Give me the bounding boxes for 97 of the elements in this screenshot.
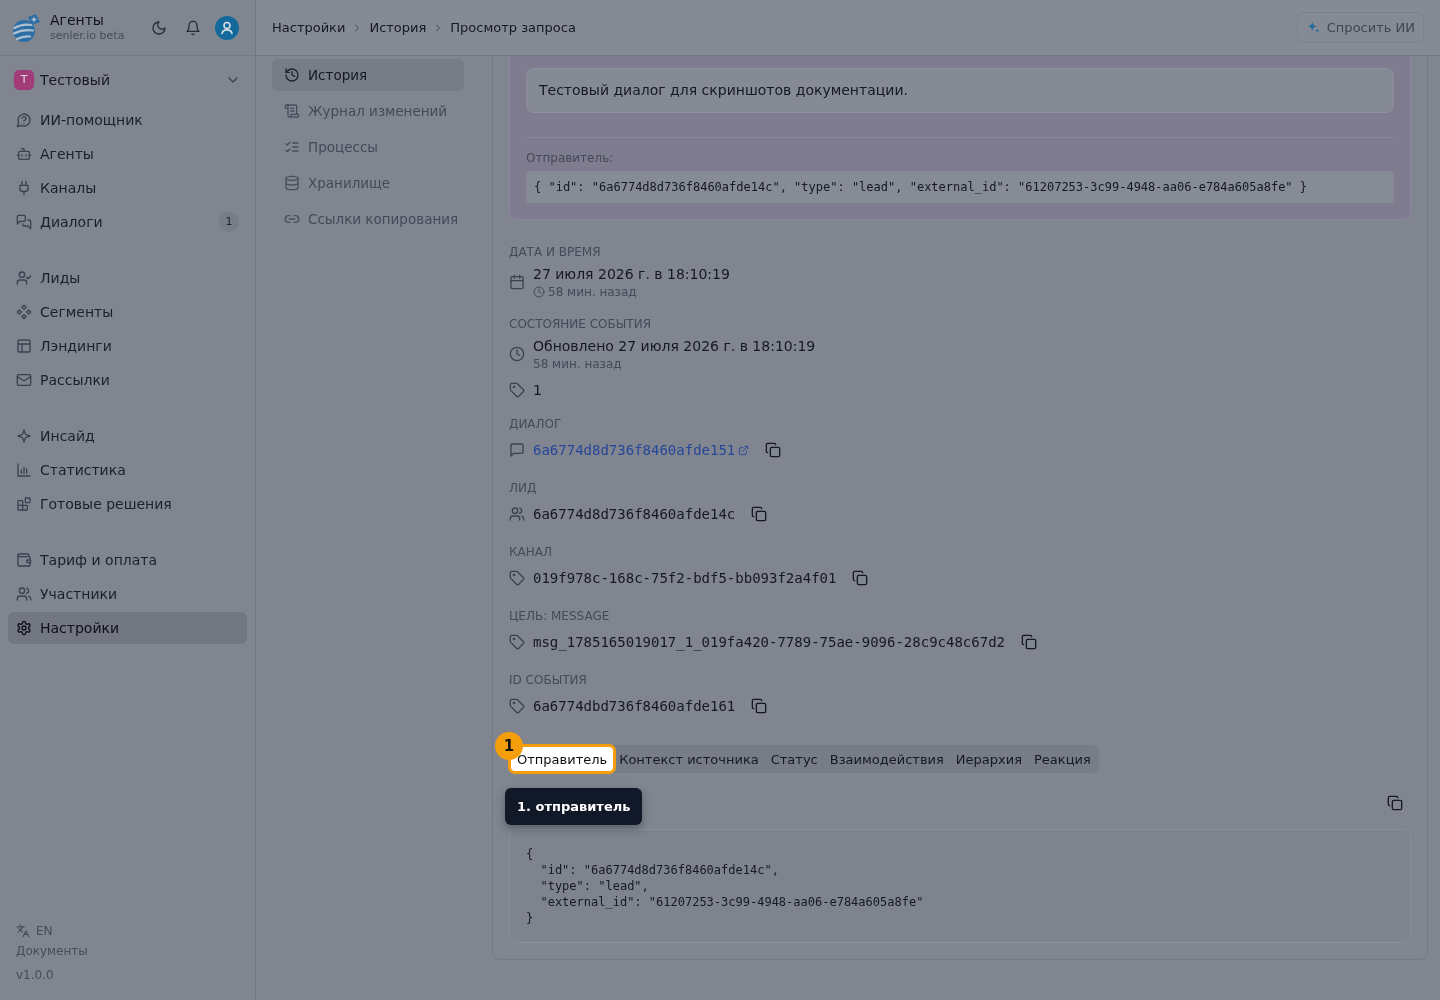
copy-icon[interactable]	[1387, 795, 1403, 811]
field-label: ЛИД	[509, 480, 538, 496]
diamonds-icon	[16, 304, 32, 320]
robot-icon	[16, 146, 32, 162]
plug-icon	[16, 180, 32, 196]
settings-icon	[16, 620, 32, 636]
brand-title: Агенты	[50, 12, 105, 29]
checklist-icon	[284, 139, 300, 155]
history-icon	[284, 67, 300, 83]
workspace-avatar: Т	[14, 70, 34, 90]
question-bubble-icon	[16, 112, 32, 128]
relative-time: 58 мин. назад	[533, 356, 623, 372]
tag-icon	[509, 634, 525, 650]
user-avatar[interactable]	[215, 15, 239, 40]
wallet-icon	[16, 552, 32, 568]
sparkle-icon	[16, 428, 32, 444]
workspace-selector[interactable]: Т Тестовый	[8, 64, 247, 96]
breadcrumb-current: Просмотр запроса	[450, 20, 576, 35]
subnav-item[interactable]: Ссылки копирования	[272, 203, 464, 235]
external-link-icon	[738, 444, 750, 456]
translate-icon	[16, 924, 30, 938]
tab[interactable]: Взаимодействия	[823, 747, 950, 771]
tag-icon	[509, 698, 525, 714]
blocks-icon	[16, 496, 32, 512]
nav-item[interactable]: Инсайд	[8, 420, 247, 452]
sender-code: { "id": "6a6774d8d736f8460afde14c", "type": "lead", "external_id": "61207253-3c99-4948-aa06-e784a605a8fe" }	[526, 171, 1394, 203]
nav-item[interactable]: Настройки	[8, 612, 247, 644]
users-icon	[509, 506, 525, 522]
field-value: 6a6774dbd736f8460afde161	[533, 697, 736, 716]
nav-item[interactable]: Лэндинги	[8, 330, 247, 362]
clock-icon	[509, 346, 525, 362]
field-label: СОСТОЯНИЕ СОБЫТИЯ	[509, 316, 652, 332]
breadcrumb-link[interactable]: История	[369, 20, 427, 35]
subnav-item[interactable]: История	[272, 59, 464, 91]
count-badge: 1	[219, 212, 239, 232]
clock-icon	[533, 286, 545, 298]
tab[interactable]: Иерархия	[949, 747, 1028, 771]
layout-icon	[16, 338, 32, 354]
nav-item[interactable]: ИИ-помощник	[8, 104, 247, 136]
nav-item[interactable]: Статистика	[8, 454, 247, 486]
field-value: msg_1785165019017_1_019fa420-7789-75ae-9096-28c9c48c67d2	[533, 633, 1005, 652]
sender-label: Отправитель:	[526, 150, 615, 166]
nav-item[interactable]: Тариф и оплата	[8, 544, 247, 576]
field-label: ЦЕЛЬ: MESSAGE	[509, 608, 611, 624]
nav-item[interactable]: Диалоги 1	[8, 206, 247, 238]
version-label: v1.0.0	[16, 967, 54, 984]
relative-time: 58 мин. назад	[548, 284, 637, 300]
field-value: Обновлено 27 июля 2026 г. в 18:10:19	[533, 337, 816, 356]
code-block: { "id": "6a6774d8d736f8460afde14c", "type": "lead", "external_id": "61207253-3c99-4948-aa06-e784a605a8fe" }	[509, 829, 1411, 943]
tab[interactable]: Статус	[764, 747, 824, 771]
users-icon	[16, 586, 32, 602]
mail-icon	[16, 372, 32, 388]
chat-bubble-icon	[509, 442, 525, 458]
field-value: 019f978c-168c-75f2-bdf5-bb093f2a4f01	[533, 569, 837, 588]
copy-icon[interactable]	[765, 442, 782, 458]
language-link[interactable]: EN	[16, 921, 53, 941]
copy-icon[interactable]	[1021, 634, 1037, 650]
calendar-icon	[509, 274, 525, 290]
tour-tooltip: 1. отправитель	[505, 788, 643, 825]
copy-icon[interactable]	[751, 698, 768, 714]
dialog-link[interactable]: 6a6774d8d736f8460afde151	[533, 440, 750, 460]
field-value: 27 июля 2026 г. в 18:10:19	[533, 265, 730, 284]
nav-item[interactable]: Участники	[8, 578, 247, 610]
field-label: КАНАЛ	[509, 544, 553, 560]
field-label: ID СОБЫТИЯ	[509, 672, 588, 688]
nav-item[interactable]: Агенты	[8, 138, 247, 170]
bar-chart-icon	[16, 462, 32, 478]
docs-link[interactable]: Документы	[16, 941, 88, 961]
scroll-icon	[284, 103, 300, 119]
chat-bubbles-icon	[16, 214, 32, 230]
copy-icon[interactable]	[751, 506, 768, 522]
breadcrumb-link[interactable]: Настройки	[272, 20, 346, 35]
brand-subtitle: senler.io beta	[50, 29, 125, 43]
user-check-icon	[16, 270, 32, 286]
nav-item[interactable]: Готовые решения	[8, 488, 247, 520]
message-bubble: Тестовый диалог для скриншотов документации.	[526, 68, 1394, 113]
bell-icon[interactable]	[185, 19, 201, 36]
ask-ai-button[interactable]: Спросить ИИ	[1296, 12, 1424, 43]
subnav-item[interactable]: Процессы	[272, 131, 464, 163]
subnav-item[interactable]: Журнал изменений	[272, 95, 464, 127]
tag-icon	[509, 382, 525, 398]
field-value: 6a6774d8d736f8460afde14c	[533, 505, 736, 524]
field-label: ДИАЛОГ	[509, 416, 563, 432]
copy-icon[interactable]	[852, 570, 869, 586]
nav-item[interactable]: Лиды	[8, 262, 247, 294]
moon-icon[interactable]	[151, 19, 167, 36]
tab[interactable]: Реакция	[1028, 747, 1097, 771]
tab[interactable]: Контекст источника	[613, 747, 765, 771]
tag-icon	[509, 570, 525, 586]
logo-icon	[12, 12, 42, 43]
nav-item[interactable]: Каналы	[8, 172, 247, 204]
database-icon	[284, 175, 300, 191]
nav-item[interactable]: Сегменты	[8, 296, 247, 328]
nav-item[interactable]: Рассылки	[8, 364, 247, 396]
subnav-item[interactable]: Хранилище	[272, 167, 464, 199]
field-value: 1	[533, 381, 542, 400]
field-label: ДАТА И ВРЕМЯ	[509, 244, 602, 260]
